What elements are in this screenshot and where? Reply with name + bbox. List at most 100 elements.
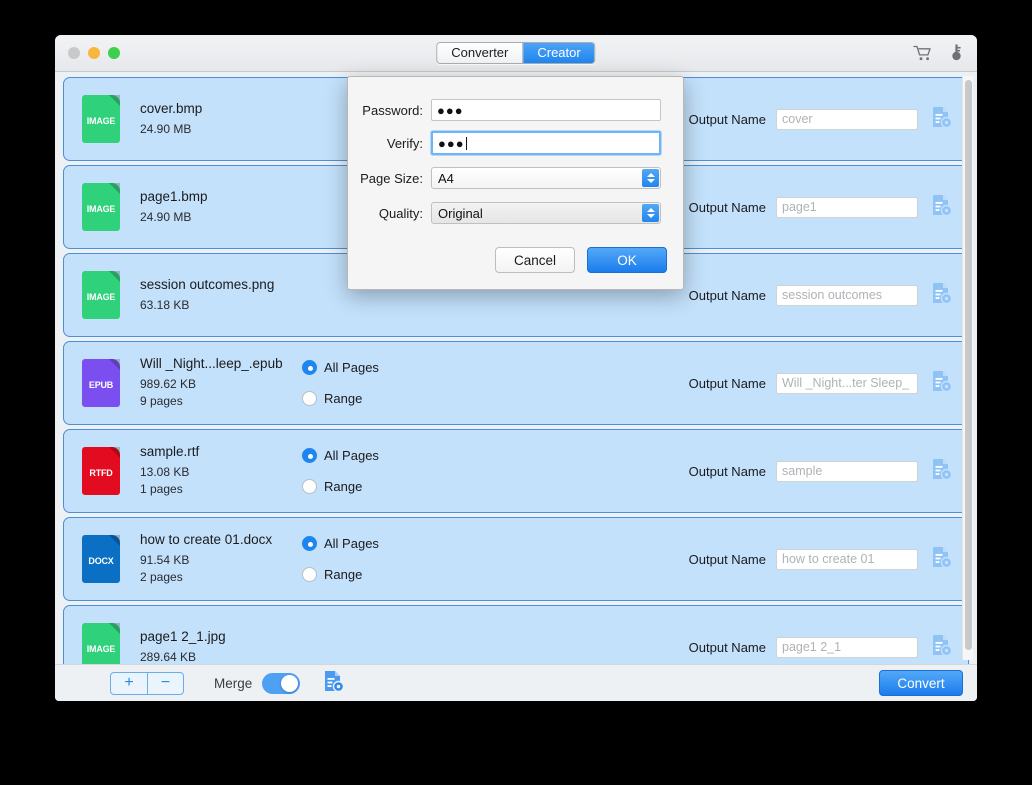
- ok-button[interactable]: OK: [587, 247, 667, 273]
- radio-all-pages-indicator[interactable]: [302, 448, 317, 463]
- page-fold-corner: [109, 271, 120, 282]
- maximize-window-button[interactable]: [108, 47, 120, 59]
- output-area: Output Name: [689, 368, 968, 399]
- file-info: page1.bmp 24.90 MB: [140, 189, 292, 226]
- radio-all-pages-label: All Pages: [324, 360, 379, 375]
- document-settings-icon[interactable]: [928, 544, 954, 575]
- output-name-input[interactable]: [776, 284, 918, 306]
- verify-value: ●●●: [438, 135, 465, 151]
- output-name-label: Output Name: [688, 551, 766, 567]
- convert-button[interactable]: Convert: [879, 670, 963, 696]
- password-row: Password: ●●●: [348, 99, 683, 121]
- radio-range-indicator[interactable]: [302, 391, 317, 406]
- radio-range-indicator[interactable]: [302, 567, 317, 582]
- page-fold-corner: [109, 359, 120, 370]
- document-settings-icon[interactable]: [928, 368, 954, 399]
- file-page-count: 1 pages: [140, 482, 183, 496]
- page-fold-corner: [109, 183, 120, 194]
- page-size-select[interactable]: A4: [431, 167, 661, 189]
- list-item[interactable]: RTFD sample.rtf 13.08 KB 1 pages All Pag…: [63, 429, 969, 513]
- scrollbar-thumb[interactable]: [965, 80, 972, 650]
- output-name-input[interactable]: [776, 372, 918, 394]
- quality-row: Quality: Original: [348, 202, 683, 224]
- cancel-button[interactable]: Cancel: [495, 247, 575, 273]
- output-area: Output Name: [689, 456, 968, 487]
- page-size-value: A4: [438, 170, 454, 186]
- file-type-icon-rtfd: RTFD: [82, 447, 120, 495]
- output-area: Output Name: [689, 632, 968, 663]
- add-file-button[interactable]: +: [111, 673, 147, 694]
- file-type-label: EPUB: [88, 380, 114, 390]
- verify-input[interactable]: ●●●: [431, 131, 661, 155]
- file-size: 91.54 KB: [140, 553, 190, 567]
- page-fold-corner: [109, 95, 120, 106]
- radio-all-pages[interactable]: All Pages: [302, 536, 422, 551]
- output-name-input[interactable]: [776, 196, 918, 218]
- desktop-background: Converter Creator IMAGE cover.bmp 24.90 …: [0, 0, 1032, 785]
- verify-label: Verify:: [386, 135, 423, 151]
- radio-all-pages-label: All Pages: [324, 536, 379, 551]
- output-area: Output Name: [689, 104, 968, 135]
- document-settings-icon[interactable]: [928, 280, 954, 311]
- radio-range[interactable]: Range: [302, 567, 422, 582]
- quality-select[interactable]: Original: [431, 202, 661, 224]
- radio-all-pages-indicator[interactable]: [302, 536, 317, 551]
- tab-creator[interactable]: Creator: [522, 43, 595, 63]
- text-caret: [465, 136, 467, 150]
- file-type-icon-image: IMAGE: [82, 183, 120, 231]
- minimize-window-button[interactable]: [88, 47, 100, 59]
- cart-icon[interactable]: [913, 45, 932, 62]
- pdf-options-dialog: Password: ●●● Verify: ●●● Page Size: A4 …: [347, 76, 684, 290]
- mode-tabs[interactable]: Converter Creator: [436, 42, 596, 64]
- page-size-row: Page Size: A4: [348, 167, 683, 189]
- radio-all-pages-indicator[interactable]: [302, 360, 317, 375]
- radio-range[interactable]: Range: [302, 391, 422, 406]
- tab-converter[interactable]: Converter: [437, 43, 523, 63]
- file-name: Will _Night...leep_.epub: [140, 356, 283, 371]
- close-window-button[interactable]: [68, 47, 80, 59]
- document-settings-icon[interactable]: [928, 632, 954, 663]
- output-area: Output Name: [689, 544, 968, 575]
- output-name-label: Output Name: [688, 287, 766, 303]
- radio-range[interactable]: Range: [302, 479, 422, 494]
- key-icon[interactable]: [950, 44, 963, 63]
- document-settings-icon[interactable]: [928, 104, 954, 135]
- radio-all-pages[interactable]: All Pages: [302, 360, 422, 375]
- radio-all-pages-label: All Pages: [324, 448, 379, 463]
- file-type-icon-image: IMAGE: [82, 623, 120, 664]
- file-size: 24.90 MB: [140, 121, 192, 136]
- page-fold-corner: [109, 447, 120, 458]
- merge-toggle[interactable]: [262, 672, 301, 694]
- add-remove-segmented-control[interactable]: + −: [110, 671, 184, 695]
- file-type-label: DOCX: [88, 556, 114, 566]
- file-page-count: 2 pages: [140, 570, 183, 584]
- remove-file-button[interactable]: −: [147, 672, 183, 694]
- file-type-label: RTFD: [89, 468, 113, 478]
- output-name-input[interactable]: [776, 108, 918, 130]
- file-page-count: 9 pages: [140, 394, 183, 408]
- bottom-toolbar: + − Merge Convert: [55, 664, 977, 701]
- stepper-arrows-icon[interactable]: [642, 204, 659, 222]
- vertical-scrollbar[interactable]: [962, 76, 973, 660]
- list-item[interactable]: IMAGE page1 2_1.jpg 289.64 KB Output Nam…: [63, 605, 969, 664]
- document-settings-icon[interactable]: [320, 668, 346, 699]
- file-type-label: IMAGE: [86, 116, 116, 126]
- stepper-arrows-icon[interactable]: [642, 169, 659, 187]
- radio-all-pages[interactable]: All Pages: [302, 448, 422, 463]
- radio-range-indicator[interactable]: [302, 479, 317, 494]
- document-settings-icon[interactable]: [928, 192, 954, 223]
- file-type-icon-image: IMAGE: [82, 271, 120, 319]
- password-input[interactable]: ●●●: [431, 99, 661, 121]
- page-size-label: Page Size:: [360, 170, 423, 186]
- list-item[interactable]: EPUB Will _Night...leep_.epub 989.62 KB …: [63, 341, 969, 425]
- list-item[interactable]: DOCX how to create 01.docx 91.54 KB 2 pa…: [63, 517, 969, 601]
- titlebar: Converter Creator: [55, 35, 977, 72]
- file-name: how to create 01.docx: [140, 532, 273, 547]
- file-size: 63.18 KB: [140, 297, 190, 312]
- document-settings-icon[interactable]: [928, 456, 954, 487]
- output-name-input[interactable]: [776, 636, 918, 658]
- output-name-label: Output Name: [688, 199, 766, 215]
- password-label: Password:: [362, 102, 423, 118]
- output-name-input[interactable]: [776, 548, 918, 570]
- output-name-input[interactable]: [776, 460, 918, 482]
